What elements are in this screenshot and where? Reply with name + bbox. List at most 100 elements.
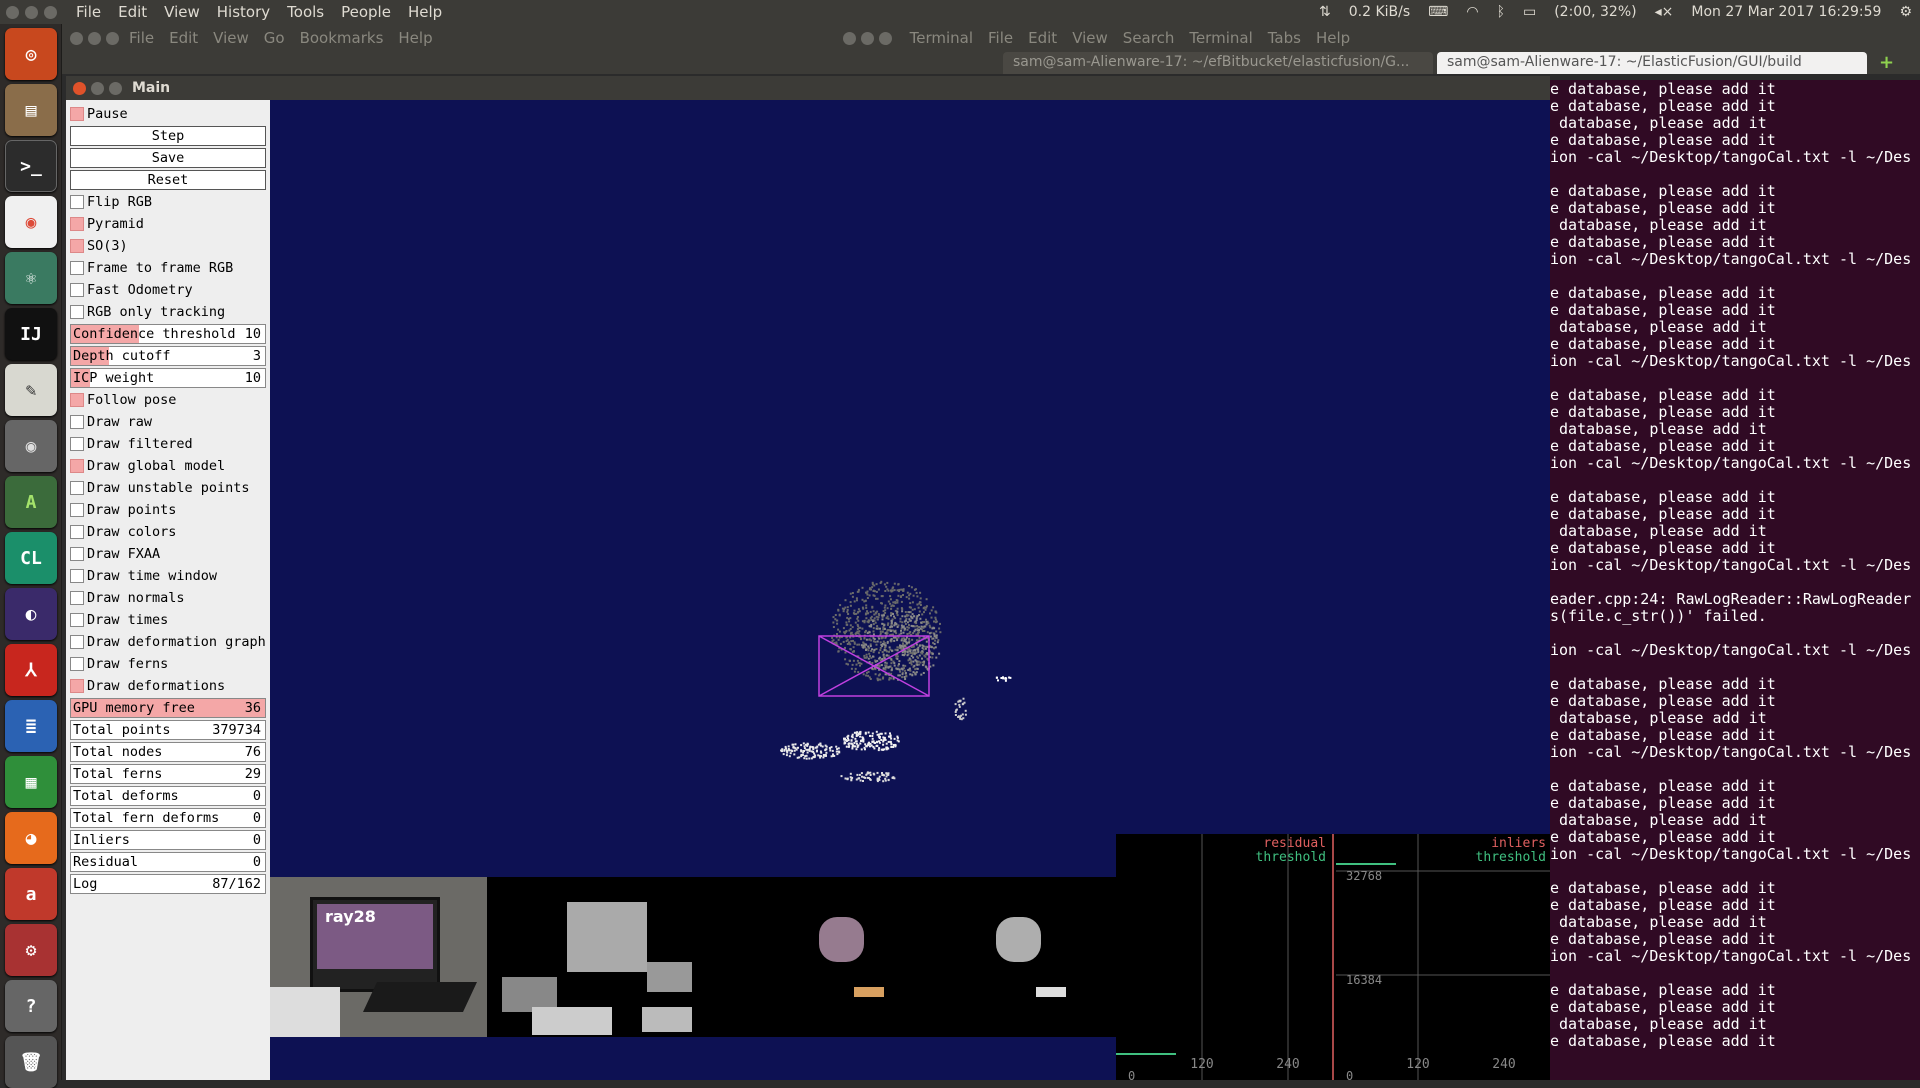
speaker-icon[interactable]: ◂×: [1655, 4, 1674, 20]
draw-deformations-checkbox[interactable]: Draw deformations: [70, 676, 266, 696]
bg-min-icon[interactable]: [88, 31, 101, 45]
check-icon[interactable]: [70, 305, 84, 319]
check-icon[interactable]: [70, 613, 84, 627]
clion-icon[interactable]: CL: [5, 532, 57, 584]
draw-filtered-checkbox[interactable]: Draw filtered: [70, 434, 266, 454]
reset-button[interactable]: Reset: [70, 170, 266, 190]
draw-unstable-checkbox[interactable]: Draw unstable points: [70, 478, 266, 498]
bg-menu-view[interactable]: View: [213, 29, 249, 47]
term-menu-terminal[interactable]: Terminal: [910, 29, 973, 47]
ubuntu-icon[interactable]: ◎: [5, 28, 57, 80]
check-icon[interactable]: [70, 481, 84, 495]
pause-checkbox[interactable]: Pause: [70, 104, 266, 124]
step-button[interactable]: Step: [70, 126, 266, 146]
check-icon[interactable]: [70, 525, 84, 539]
text-editor-icon[interactable]: ✎: [5, 364, 57, 416]
eye-icon[interactable]: ◉: [5, 420, 57, 472]
check-icon[interactable]: [70, 591, 84, 605]
check-icon[interactable]: [70, 239, 84, 253]
term-menu-edit[interactable]: Edit: [1028, 29, 1057, 47]
fast-odometry-checkbox[interactable]: Fast Odometry: [70, 280, 266, 300]
check-icon[interactable]: [70, 635, 84, 649]
log-field[interactable]: Log 87/162: [70, 874, 266, 894]
chrome-icon[interactable]: ◉: [5, 196, 57, 248]
intellij-icon[interactable]: IJ: [5, 308, 57, 360]
check-icon[interactable]: [70, 547, 84, 561]
menu-edit[interactable]: Edit: [118, 3, 147, 21]
main-close-icon[interactable]: [73, 81, 86, 95]
menu-history[interactable]: History: [217, 3, 270, 21]
frame-to-frame-checkbox[interactable]: Frame to frame RGB: [70, 258, 266, 278]
depth-cutoff-slider[interactable]: Depth cutoff 3: [70, 346, 266, 366]
terminal-icon[interactable]: >_: [5, 140, 57, 192]
network-arrows-icon[interactable]: ⇅: [1319, 4, 1331, 20]
check-icon[interactable]: [70, 283, 84, 297]
writer-icon[interactable]: ≣: [5, 700, 57, 752]
amazon-icon[interactable]: a: [5, 868, 57, 920]
menu-file[interactable]: File: [76, 3, 101, 21]
confidence-threshold-slider[interactable]: Confidence threshold 10: [70, 324, 266, 344]
battery-icon[interactable]: ▭: [1523, 4, 1536, 20]
android-studio-icon[interactable]: A: [5, 476, 57, 528]
draw-global-model-checkbox[interactable]: Draw global model: [70, 456, 266, 476]
close-icon[interactable]: [6, 5, 19, 19]
menu-help[interactable]: Help: [408, 3, 442, 21]
term-close-icon[interactable]: [842, 31, 856, 45]
draw-points-checkbox[interactable]: Draw points: [70, 500, 266, 520]
draw-raw-checkbox[interactable]: Draw raw: [70, 412, 266, 432]
check-icon[interactable]: [70, 217, 84, 231]
rgb-only-checkbox[interactable]: RGB only tracking: [70, 302, 266, 322]
draw-deformation-graph-checkbox[interactable]: Draw deformation graph: [70, 632, 270, 652]
acrobat-icon[interactable]: ⅄: [5, 644, 57, 696]
draw-times-checkbox[interactable]: Draw times: [70, 610, 266, 630]
wifi-icon[interactable]: ◠: [1466, 4, 1478, 20]
eclipse-icon[interactable]: ◐: [5, 588, 57, 640]
check-icon[interactable]: [70, 657, 84, 671]
pause-check-icon[interactable]: [70, 107, 84, 121]
term-menu-file[interactable]: File: [988, 29, 1013, 47]
bg-menu-file[interactable]: File: [129, 29, 154, 47]
check-icon[interactable]: [70, 393, 84, 407]
main-minimize-icon[interactable]: [91, 81, 104, 95]
term-menu-terminal2[interactable]: Terminal: [1189, 29, 1252, 47]
menu-people[interactable]: People: [341, 3, 391, 21]
minimize-icon[interactable]: [25, 5, 38, 19]
check-icon[interactable]: [70, 437, 84, 451]
main-maximize-icon[interactable]: [109, 81, 122, 95]
gear-icon[interactable]: ⚙: [1899, 4, 1912, 20]
term-menu-tabs[interactable]: Tabs: [1268, 29, 1301, 47]
term-menu-search[interactable]: Search: [1123, 29, 1175, 47]
flip-rgb-checkbox[interactable]: Flip RGB: [70, 192, 266, 212]
maximize-icon[interactable]: [44, 5, 57, 19]
bg-menu-go[interactable]: Go: [264, 29, 285, 47]
draw-time-window-checkbox[interactable]: Draw time window: [70, 566, 266, 586]
menu-view[interactable]: View: [164, 3, 200, 21]
pyramid-checkbox[interactable]: Pyramid: [70, 214, 266, 234]
bg-menu-bookmarks[interactable]: Bookmarks: [300, 29, 384, 47]
new-tab-icon[interactable]: +: [1879, 52, 1894, 74]
settings-icon[interactable]: ⚙: [5, 924, 57, 976]
calc-icon[interactable]: ▦: [5, 756, 57, 808]
terminal-tab-1[interactable]: sam@sam-Alienware-17: ~/efBitbucket/elas…: [1003, 52, 1433, 74]
icp-weight-slider[interactable]: ICP weight 10: [70, 368, 266, 388]
term-menu-view[interactable]: View: [1072, 29, 1108, 47]
term-min-icon[interactable]: [860, 31, 874, 45]
save-button[interactable]: Save: [70, 148, 266, 168]
files-icon[interactable]: ▤: [5, 84, 57, 136]
help-icon[interactable]: ?: [5, 980, 57, 1032]
check-icon[interactable]: [70, 415, 84, 429]
bluetooth-icon[interactable]: ᛒ: [1497, 4, 1505, 20]
term-menu-help[interactable]: Help: [1316, 29, 1350, 47]
draw-colors-checkbox[interactable]: Draw colors: [70, 522, 266, 542]
terminal-output[interactable]: e database, please add it e database, ple…: [1550, 80, 1920, 1080]
so3-checkbox[interactable]: SO(3): [70, 236, 266, 256]
firefox-icon[interactable]: ◕: [5, 812, 57, 864]
check-icon[interactable]: [70, 503, 84, 517]
menu-tools[interactable]: Tools: [287, 3, 324, 21]
bg-menu-edit[interactable]: Edit: [169, 29, 198, 47]
draw-ferns-checkbox[interactable]: Draw ferns: [70, 654, 266, 674]
check-icon[interactable]: [70, 195, 84, 209]
atom-icon[interactable]: ⚛: [5, 252, 57, 304]
bg-close-icon[interactable]: [70, 31, 83, 45]
trash-icon[interactable]: 🗑: [5, 1036, 57, 1088]
